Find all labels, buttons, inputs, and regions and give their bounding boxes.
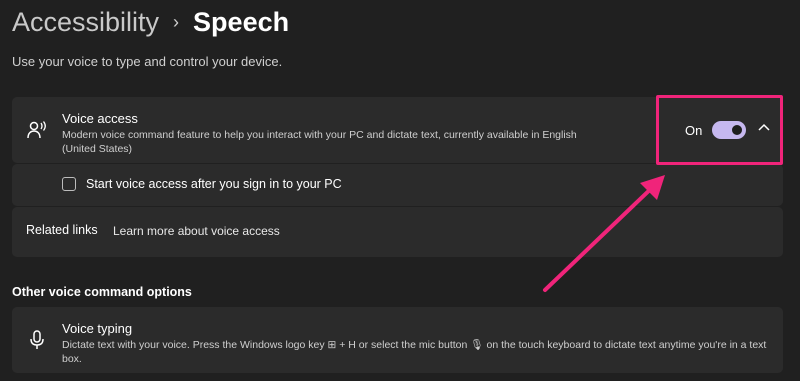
voice-access-icon (27, 121, 46, 139)
page-title: Speech (193, 7, 290, 37)
related-links-label: Related links (26, 223, 98, 237)
page-description: Use your voice to type and control your … (12, 54, 283, 69)
related-links-row: Related links Learn more about voice acc… (12, 207, 783, 257)
highlight-box (656, 95, 783, 165)
other-options-heading: Other voice command options (12, 285, 192, 299)
start-voice-access-row: Start voice access after you sign in to … (12, 164, 783, 206)
start-voice-access-label[interactable]: Start voice access after you sign in to … (86, 177, 342, 191)
microphone-icon (30, 330, 44, 349)
learn-more-link[interactable]: Learn more about voice access (113, 224, 280, 238)
breadcrumb-accessibility[interactable]: Accessibility (12, 4, 159, 40)
start-voice-access-checkbox[interactable] (62, 177, 76, 191)
breadcrumb-separator: › (173, 12, 180, 32)
breadcrumb: Accessibility › Speech (12, 4, 289, 40)
voice-typing-card[interactable]: Voice typing Dictate text with your voic… (12, 307, 783, 373)
voice-access-title: Voice access (62, 111, 138, 126)
voice-typing-description: Dictate text with your voice. Press the … (62, 339, 767, 365)
voice-access-description: Modern voice command feature to help you… (62, 129, 577, 155)
voice-typing-title: Voice typing (62, 321, 133, 336)
